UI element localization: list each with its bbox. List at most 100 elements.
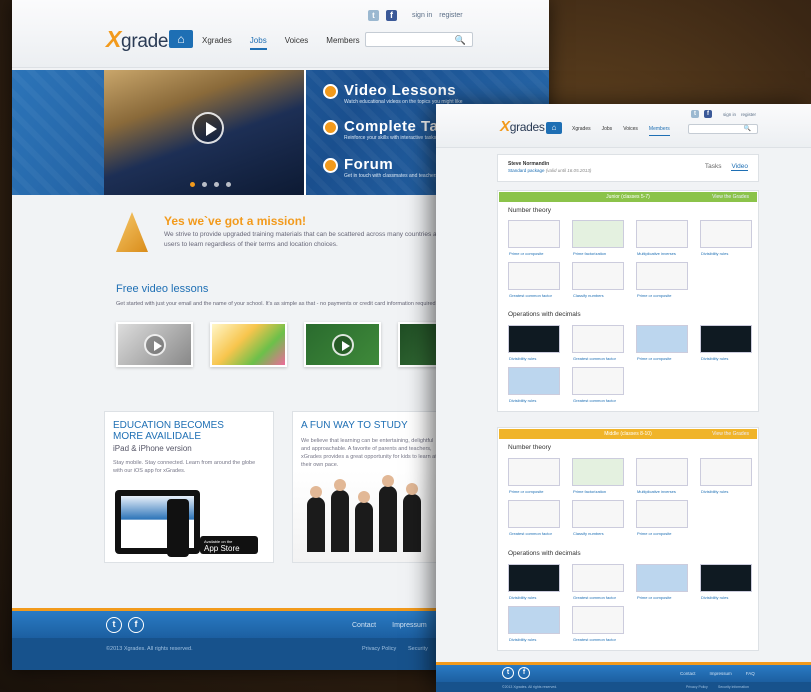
slider-dot[interactable] (190, 182, 195, 187)
video-thumbnail[interactable] (304, 322, 381, 367)
nav-jobs[interactable]: Jobs (249, 36, 267, 50)
sign-in-link[interactable]: sign in (412, 12, 432, 19)
slider-dots (190, 182, 231, 187)
compass-ruler-icon (116, 212, 148, 252)
video-tile[interactable]: Classify numbers (572, 500, 624, 536)
tile-label: Divisibility rules (701, 251, 729, 256)
video-tile[interactable]: Divisibility rules (700, 564, 752, 600)
copyright: ©2013 Xgrades. All rights reserved. (106, 646, 193, 652)
tile-label: Divisibility rules (701, 595, 729, 600)
video-tile[interactable]: Prime factorization (572, 220, 624, 256)
twitter-icon[interactable]: t (368, 10, 379, 21)
privacy-link[interactable]: Privacy Policy (362, 646, 396, 652)
search-input[interactable]: 🔍 (688, 124, 758, 134)
twitter-icon[interactable]: t (691, 110, 699, 118)
video-tile[interactable]: Prime factorization (572, 458, 624, 494)
video-thumbnail[interactable] (210, 322, 287, 367)
sign-in-link[interactable]: sign in (723, 112, 736, 117)
nav-xgrades[interactable]: Xgrades (572, 126, 591, 136)
video-tile[interactable]: Prime or composite (508, 458, 560, 494)
facebook-icon[interactable]: f (704, 110, 712, 118)
main-nav: Xgrades Jobs Voices Members (572, 126, 670, 136)
footer-link-contact[interactable]: Contact (352, 622, 376, 629)
video-tile[interactable]: Greatest common factor (508, 500, 560, 536)
video-tile[interactable]: Divisibility rules (700, 458, 752, 494)
video-tile[interactable]: Greatest common factor (508, 262, 560, 298)
video-tile[interactable]: Classify numbers (572, 262, 624, 298)
nav-voices[interactable]: Voices (623, 126, 638, 136)
band-link[interactable]: View the Grades (712, 192, 749, 202)
feature-video-lessons[interactable]: Video Lessons Watch educational videos on… (323, 82, 463, 105)
video-grid: Divisibility rules Greatest common facto… (508, 325, 752, 403)
video-tile[interactable]: Greatest common factor (572, 367, 624, 403)
privacy-link[interactable]: Privacy Policy (686, 685, 708, 689)
video-tile[interactable]: Prime or composite (636, 564, 688, 600)
footer-link-impressum[interactable]: Impressum (392, 622, 427, 629)
register-link[interactable]: register (439, 12, 462, 19)
logo-text: grades (509, 120, 545, 134)
nav-jobs[interactable]: Jobs (602, 126, 613, 136)
package-name: Standard package (508, 168, 545, 173)
footer-links: Contact Impressum (352, 622, 427, 629)
video-tile[interactable]: Prime or composite (636, 500, 688, 536)
video-tile[interactable]: Divisibility rules (508, 367, 560, 403)
tasks-icon (323, 120, 338, 135)
tab-tasks[interactable]: Tasks (705, 163, 722, 171)
logo-x: X (500, 118, 510, 135)
tile-label: Divisibility rules (509, 637, 537, 642)
nav-voices[interactable]: Voices (285, 36, 309, 50)
video-tile[interactable]: Prime or composite (636, 262, 688, 298)
header: t f sign in register Xgrades ⌂ Xgrades J… (436, 104, 811, 148)
nav-xgrades[interactable]: Xgrades (202, 36, 232, 50)
nav-members[interactable]: Members (326, 36, 359, 50)
video-tile[interactable]: Prime or composite (636, 325, 688, 361)
video-tile[interactable]: Greatest common factor (572, 606, 624, 642)
twitter-icon[interactable]: t (106, 617, 122, 633)
video-thumbnail[interactable] (116, 322, 193, 367)
slider-dot[interactable] (214, 182, 219, 187)
security-link[interactable]: Security (408, 646, 428, 652)
footer-link-faq[interactable]: FAQ (746, 671, 755, 676)
search-icon[interactable]: 🔍 (455, 35, 466, 46)
nav-members[interactable]: Members (648, 126, 670, 136)
tile-label: Greatest common factor (573, 595, 616, 600)
twitter-icon[interactable]: t (502, 667, 514, 679)
slider-dot[interactable] (226, 182, 231, 187)
video-tile[interactable]: Divisibility rules (508, 325, 560, 361)
tile-label: Multiplicative inverses (637, 251, 676, 256)
hero-play-button[interactable] (192, 112, 224, 144)
video-tile[interactable]: Multiplicative inverses (636, 220, 688, 256)
search-icon[interactable]: 🔍 (744, 125, 751, 132)
footer-link-contact[interactable]: Contact (680, 671, 696, 676)
facebook-icon[interactable]: f (128, 617, 144, 633)
facebook-icon[interactable]: f (518, 667, 530, 679)
video-tile[interactable]: Multiplicative inverses (636, 458, 688, 494)
logo[interactable]: Xgrades (500, 118, 545, 135)
band-link[interactable]: View the Grades (712, 429, 749, 439)
logo[interactable]: Xgrades (106, 26, 178, 53)
facebook-icon[interactable]: f (386, 10, 397, 21)
tile-label: Greatest common factor (573, 356, 616, 361)
slider-dot[interactable] (202, 182, 207, 187)
footer-link-impressum[interactable]: Impressum (710, 671, 732, 676)
video-tile[interactable]: Divisibility rules (508, 564, 560, 600)
video-tile[interactable]: Divisibility rules (700, 220, 752, 256)
security-link[interactable]: Security information (718, 685, 749, 689)
video-tile[interactable]: Divisibility rules (508, 606, 560, 642)
logo-x: X (106, 26, 122, 52)
home-button[interactable]: ⌂ (546, 122, 562, 134)
video-tile[interactable]: Prime or composite (508, 220, 560, 256)
app-store-button[interactable]: Available on the App Store (200, 536, 258, 554)
kid (355, 491, 373, 552)
search-input[interactable]: 🔍 (365, 32, 473, 47)
feature-forum[interactable]: Forum Get in touch with classmates and te… (323, 156, 438, 179)
video-tile[interactable]: Divisibility rules (700, 325, 752, 361)
video-tile[interactable]: Greatest common factor (572, 325, 624, 361)
tab-video[interactable]: Video (731, 163, 748, 171)
home-button[interactable]: ⌂ (169, 30, 193, 48)
copyright: ©2013 Xgrades. All rights reserved. (502, 685, 558, 689)
feature-title: Video Lessons (344, 82, 457, 99)
register-link[interactable]: register (741, 112, 756, 117)
video-tile[interactable]: Greatest common factor (572, 564, 624, 600)
user-package[interactable]: Standard package (valid until 16.05.2013… (508, 168, 591, 173)
